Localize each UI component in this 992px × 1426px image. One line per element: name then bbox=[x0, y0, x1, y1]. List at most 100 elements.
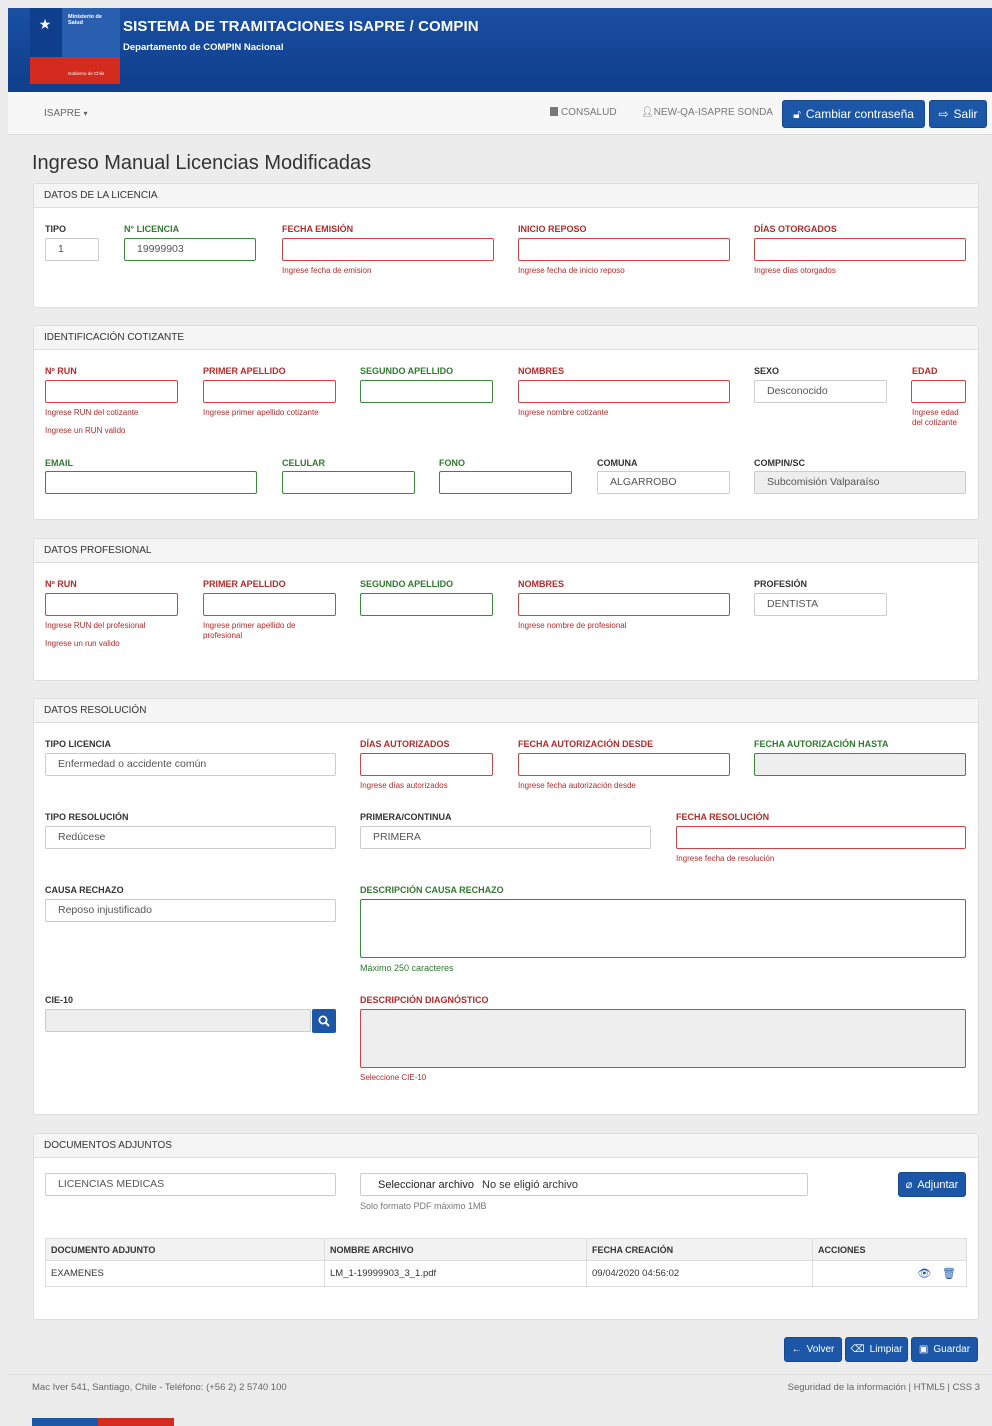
cell-documento: EXAMENES bbox=[45, 1260, 325, 1287]
isapre-dropdown[interactable]: ISAPRE ▾ bbox=[44, 108, 87, 119]
footer-flag-blue bbox=[32, 1418, 98, 1426]
logout-button[interactable]: ⇨ Salir bbox=[929, 100, 987, 128]
primera-continua-select[interactable]: PRIMERA bbox=[360, 826, 651, 849]
system-subtitle: Departamento de COMPIN Nacional bbox=[123, 42, 284, 53]
profesion-select[interactable]: DENTISTA bbox=[754, 593, 887, 616]
cell-acciones: 👁︎ 🗑︎ bbox=[812, 1260, 967, 1287]
cie10-search-button[interactable] bbox=[312, 1009, 336, 1033]
save-icon: ▣ bbox=[918, 1344, 929, 1355]
primera-continua-label: PRIMERA/CONTINUA bbox=[360, 812, 452, 822]
cotizante-run-label: Nº RUN bbox=[45, 366, 77, 376]
cotizante-run-input[interactable] bbox=[45, 380, 178, 403]
profesional-run-label: Nº RUN bbox=[45, 579, 77, 589]
celular-label: CELULAR bbox=[282, 458, 325, 468]
cotizante-primer-apellido-input[interactable] bbox=[203, 380, 336, 403]
dias-autorizados-help: Ingrese días autorizados bbox=[360, 781, 448, 790]
dias-autorizados-input[interactable] bbox=[360, 753, 493, 776]
page-title: Ingreso Manual Licencias Modificadas bbox=[32, 152, 372, 174]
file-input[interactable]: Seleccionar archivo No se eligió archivo bbox=[360, 1173, 808, 1196]
resolucion-panel: DATOS RESOLUCIÓN TIPO LICENCIA Enfermeda… bbox=[33, 698, 979, 1115]
cotizante-segundo-apellido-input[interactable] bbox=[360, 380, 493, 403]
col-archivo: NOMBRE ARCHIVO bbox=[324, 1238, 587, 1261]
back-button[interactable]: ← Volver bbox=[784, 1337, 842, 1362]
footer-links[interactable]: Seguridad de la información | HTML5 | CS… bbox=[788, 1382, 980, 1393]
fecha-desde-label: FECHA AUTORIZACIÓN DESDE bbox=[518, 739, 654, 749]
back-label: Volver bbox=[806, 1344, 835, 1355]
footer-divider bbox=[8, 1374, 992, 1375]
user-label: NEW-QA-ISAPRE SONDA bbox=[653, 107, 773, 118]
save-button[interactable]: ▣ Guardar bbox=[911, 1337, 978, 1362]
change-password-button[interactable]: 🔓︎ Cambiar contraseña bbox=[782, 100, 925, 128]
documento-tipo-select[interactable]: LICENCIAS MEDICAS bbox=[45, 1173, 336, 1196]
user-icon: 👤︎ bbox=[641, 107, 654, 118]
descripcion-causa-label: DESCRIPCIÓN CAUSA RECHAZO bbox=[360, 885, 504, 895]
coat-of-arms-icon: ★ bbox=[38, 16, 52, 32]
eye-icon[interactable]: 👁︎ bbox=[917, 1268, 931, 1280]
sexo-label: SEXO bbox=[754, 366, 780, 376]
fecha-resolucion-help: Ingrese fecha de resolución bbox=[676, 854, 775, 863]
trash-icon[interactable]: 🗑︎ bbox=[942, 1268, 956, 1280]
fono-input[interactable] bbox=[439, 471, 572, 494]
inicio-reposo-help: Ingrese fecha de inicio reposo bbox=[518, 266, 625, 275]
cell-archivo: LM_1-19999903_3_1.pdf bbox=[324, 1260, 587, 1287]
file-help: Solo formato PDF máximo 1MB bbox=[360, 1201, 487, 1211]
sexo-select[interactable]: Desconocido bbox=[754, 380, 887, 403]
fecha-desde-input[interactable] bbox=[518, 753, 730, 776]
descripcion-causa-textarea[interactable] bbox=[360, 899, 966, 958]
profesion-label: PROFESIÓN bbox=[754, 579, 808, 589]
panel-heading: IDENTIFICACIÓN COTIZANTE bbox=[34, 326, 978, 350]
edad-input[interactable] bbox=[911, 380, 966, 403]
user-name: 👤︎NEW-QA-ISAPRE SONDA bbox=[641, 107, 773, 118]
profesional-primer-apellido-label: PRIMER APELLIDO bbox=[203, 579, 286, 589]
profesional-primer-apellido-help: Ingrese primer apellido de profesional bbox=[203, 621, 296, 640]
profesional-nombres-input[interactable] bbox=[518, 593, 730, 616]
fono-label: FONO bbox=[439, 458, 465, 468]
top-navbar: ISAPRE ▾ CONSALUD 👤︎NEW-QA-ISAPRE SONDA … bbox=[8, 92, 992, 135]
cotizante-nombres-input[interactable] bbox=[518, 380, 730, 403]
causa-rechazo-select[interactable]: Reposo injustificado bbox=[45, 899, 336, 922]
logout-label: Salir bbox=[953, 107, 978, 121]
edad-help: Ingrese edad del cotizante bbox=[912, 408, 959, 427]
profesional-nombres-help: Ingrese nombre de profesional bbox=[518, 621, 627, 630]
table-row: EXAMENES LM_1-19999903_3_1.pdf 09/04/202… bbox=[45, 1260, 967, 1287]
tipo-resolucion-select[interactable]: Redúcese bbox=[45, 826, 336, 849]
numero-licencia-label: N° LICENCIA bbox=[124, 224, 180, 234]
celular-input[interactable] bbox=[282, 471, 415, 494]
comuna-select[interactable]: ALGARROBO bbox=[597, 471, 730, 494]
panel-heading: DATOS PROFESIONAL bbox=[34, 539, 978, 563]
cotizante-nombres-help: Ingrese nombre cotizante bbox=[518, 408, 609, 417]
arrow-left-icon: ← bbox=[791, 1344, 802, 1355]
descripcion-causa-help: Máximo 250 caracteres bbox=[360, 963, 454, 973]
tipo-input[interactable]: 1 bbox=[45, 238, 99, 261]
change-password-label: Cambiar contraseña bbox=[805, 107, 914, 121]
eraser-icon: ⌫ bbox=[850, 1344, 865, 1355]
fecha-hasta-label: FECHA AUTORIZACIÓN HASTA bbox=[754, 739, 889, 749]
logo-ministry-text: Ministerio de Salud bbox=[68, 14, 102, 26]
tipo-licencia-select[interactable]: Enfermedad o accidente común bbox=[45, 753, 336, 776]
compin-input: Subcomisión Valparaíso bbox=[754, 471, 966, 494]
paperclip-icon: ⌀ bbox=[905, 1179, 913, 1191]
fecha-resolucion-input[interactable] bbox=[676, 826, 966, 849]
panel-heading: DOCUMENTOS ADJUNTOS bbox=[34, 1134, 978, 1158]
inicio-reposo-input[interactable] bbox=[518, 238, 730, 261]
attach-label: Adjuntar bbox=[917, 1178, 959, 1191]
numero-licencia-input[interactable]: 19999903 bbox=[124, 238, 256, 261]
comuna-label: COMUNA bbox=[597, 458, 638, 468]
profesional-run-input[interactable] bbox=[45, 593, 178, 616]
descripcion-diagnostico-label: DESCRIPCIÓN DIAGNÓSTICO bbox=[360, 995, 489, 1005]
clear-button[interactable]: ⌫ Limpiar bbox=[845, 1337, 908, 1362]
panel-heading: DATOS RESOLUCIÓN bbox=[34, 699, 978, 723]
email-input[interactable] bbox=[45, 471, 257, 494]
attach-button[interactable]: ⌀ Adjuntar bbox=[898, 1172, 966, 1197]
file-none-text: No se eligió archivo bbox=[482, 1178, 578, 1191]
isapre-label: ISAPRE bbox=[44, 108, 81, 119]
cotizante-panel: IDENTIFICACIÓN COTIZANTE Nº RUN Ingrese … bbox=[33, 325, 979, 520]
dias-otorgados-input[interactable] bbox=[754, 238, 966, 261]
lock-icon: 🔓︎ bbox=[793, 106, 801, 121]
profesional-segundo-apellido-input[interactable] bbox=[360, 593, 493, 616]
choose-file-button[interactable]: Seleccionar archivo bbox=[378, 1179, 474, 1191]
profesional-segundo-apellido-label: SEGUNDO APELLIDO bbox=[360, 579, 454, 589]
edad-label: EDAD bbox=[912, 366, 938, 376]
profesional-primer-apellido-input[interactable] bbox=[203, 593, 336, 616]
fecha-emision-input[interactable] bbox=[282, 238, 494, 261]
